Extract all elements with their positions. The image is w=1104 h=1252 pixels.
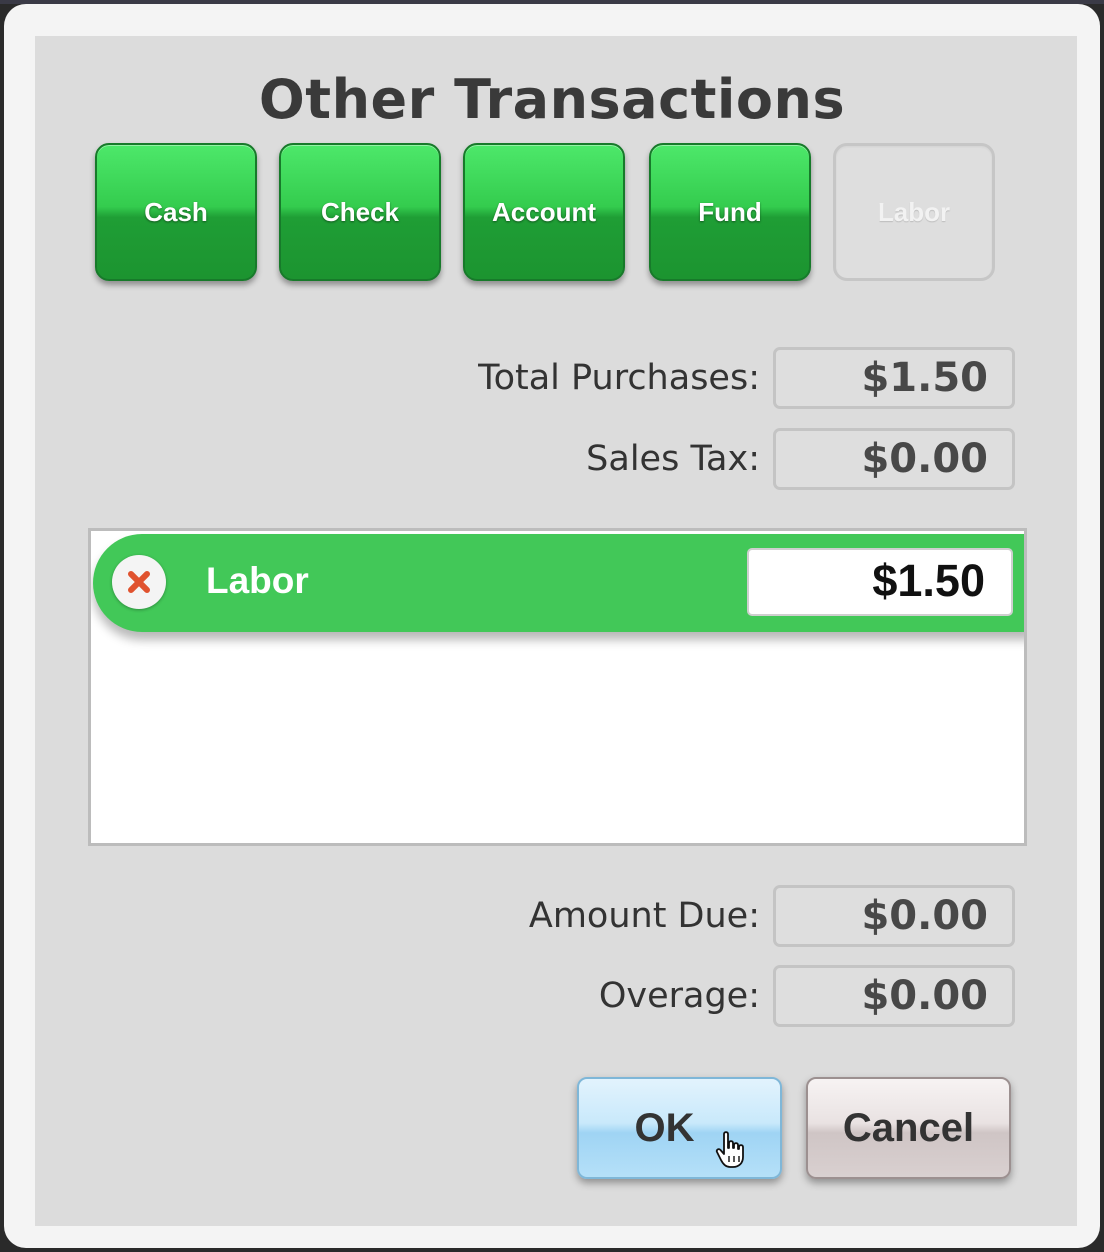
account-button[interactable]: Account xyxy=(463,143,625,281)
sales-tax-label: Sales Tax: xyxy=(586,439,760,479)
total-purchases-value: $1.50 xyxy=(773,347,1015,409)
amount-due-label: Amount Due: xyxy=(528,896,760,936)
transaction-label: Labor xyxy=(206,560,309,601)
ok-button-label: OK xyxy=(634,1105,695,1150)
cancel-button-label: Cancel xyxy=(842,1105,975,1150)
dialog-title: Other Transactions xyxy=(258,68,846,131)
close-x-icon[interactable] xyxy=(112,555,166,609)
amount-due-value: $0.00 xyxy=(773,885,1015,947)
overage-value: $0.00 xyxy=(773,965,1015,1027)
transaction-list: Labor $1.50 xyxy=(88,528,1027,846)
total-purchases-label: Total Purchases: xyxy=(478,358,760,398)
hand-pointer-icon xyxy=(715,1131,744,1168)
cancel-button[interactable]: Cancel xyxy=(806,1077,1011,1179)
cash-button[interactable]: Cash xyxy=(95,143,257,281)
labor-button: Labor xyxy=(833,143,995,281)
check-button[interactable]: Check xyxy=(279,143,441,281)
transaction-row-labor[interactable]: Labor $1.50 xyxy=(93,534,1024,632)
ok-button[interactable]: OK xyxy=(577,1077,782,1179)
overage-label: Overage: xyxy=(598,976,760,1016)
transaction-amount-input[interactable]: $1.50 xyxy=(747,548,1013,616)
fund-button[interactable]: Fund xyxy=(649,143,811,281)
sales-tax-value: $0.00 xyxy=(773,428,1015,490)
